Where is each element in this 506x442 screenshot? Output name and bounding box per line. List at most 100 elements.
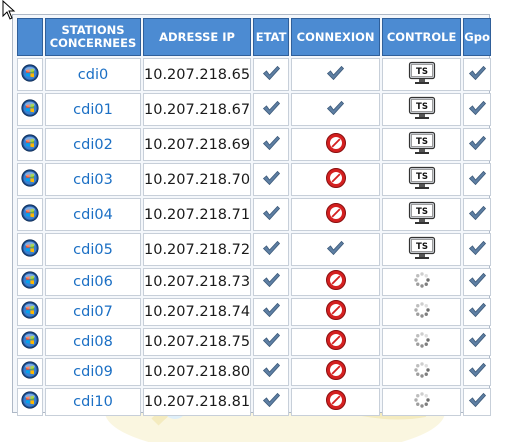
no-entry-icon xyxy=(325,359,347,385)
gpo-cell xyxy=(463,233,492,266)
station-row: cdi02 10.207.218.69 TS xyxy=(17,128,492,161)
checkmark-icon xyxy=(468,65,487,85)
checkmark-icon xyxy=(326,65,345,85)
station-name-cell: cdi05 xyxy=(45,233,141,266)
checkmark-icon xyxy=(262,392,281,412)
terminal-screen-icon[interactable]: TS xyxy=(408,236,436,264)
etat-cell xyxy=(253,358,290,386)
station-name-link[interactable]: cdi0 xyxy=(78,67,108,83)
ip-address-cell: 10.207.218.80 xyxy=(143,358,252,386)
station-name-cell: cdi0 xyxy=(45,58,141,91)
loading-spinner-icon xyxy=(413,271,431,293)
station-name-link[interactable]: cdi01 xyxy=(73,102,113,118)
loading-spinner-icon xyxy=(413,391,431,413)
checkmark-icon xyxy=(468,272,487,292)
station-name-link[interactable]: cdi09 xyxy=(73,364,113,380)
ip-address-cell: 10.207.218.69 xyxy=(143,128,252,161)
etat-cell xyxy=(253,198,290,231)
ip-address-cell: 10.207.218.67 xyxy=(143,93,252,126)
connexion-cell xyxy=(291,58,381,91)
ip-address: 10.207.218.69 xyxy=(144,136,251,153)
os-cell xyxy=(17,93,43,126)
stations-table: STATIONS CONCERNEES ADRESSE IP ETAT CONN… xyxy=(15,16,493,418)
windows7-orb-icon xyxy=(21,168,39,191)
station-row: cdi01 10.207.218.67 TS xyxy=(17,93,492,126)
connexion-cell xyxy=(291,93,381,126)
ip-address-cell: 10.207.218.65 xyxy=(143,58,252,91)
controle-cell[interactable]: TS xyxy=(382,198,462,231)
connexion-cell xyxy=(291,233,381,266)
loading-spinner-icon xyxy=(413,331,431,353)
table-header-row: STATIONS CONCERNEES ADRESSE IP ETAT CONN… xyxy=(17,18,492,56)
etat-cell xyxy=(253,233,290,266)
etat-cell xyxy=(253,268,290,296)
controle-cell[interactable]: TS xyxy=(382,233,462,266)
no-entry-icon xyxy=(325,329,347,355)
ip-address: 10.207.218.71 xyxy=(144,206,251,223)
windows7-orb-icon xyxy=(21,98,39,121)
checkmark-icon xyxy=(468,332,487,352)
os-cell xyxy=(17,388,43,416)
station-name-cell: cdi10 xyxy=(45,388,141,416)
controle-cell[interactable]: TS xyxy=(382,58,462,91)
controle-cell[interactable]: TS xyxy=(382,163,462,196)
os-cell xyxy=(17,58,43,91)
controle-cell[interactable]: TS xyxy=(382,93,462,126)
os-cell xyxy=(17,198,43,231)
gpo-cell xyxy=(463,163,492,196)
terminal-screen-icon[interactable]: TS xyxy=(408,166,436,194)
etat-cell xyxy=(253,128,290,161)
terminal-screen-icon[interactable]: TS xyxy=(408,131,436,159)
mouse-cursor-icon xyxy=(2,0,16,20)
ip-address-cell: 10.207.218.81 xyxy=(143,388,252,416)
terminal-screen-icon[interactable]: TS xyxy=(408,96,436,124)
ip-address: 10.207.218.72 xyxy=(144,241,251,258)
checkmark-icon xyxy=(262,170,281,190)
checkmark-icon xyxy=(262,272,281,292)
station-name-link[interactable]: cdi05 xyxy=(73,242,113,258)
station-name-link[interactable]: cdi08 xyxy=(73,334,113,350)
controle-cell[interactable]: TS xyxy=(382,128,462,161)
station-row: cdi06 10.207.218.73 xyxy=(17,268,492,296)
checkmark-icon xyxy=(468,205,487,225)
station-name-cell: cdi09 xyxy=(45,358,141,386)
terminal-screen-icon[interactable]: TS xyxy=(408,61,436,89)
station-name-link[interactable]: cdi10 xyxy=(73,394,113,410)
connexion-cell xyxy=(291,198,381,231)
checkmark-icon xyxy=(326,100,345,120)
terminal-screen-icon[interactable]: TS xyxy=(408,201,436,229)
station-row: cdi09 10.207.218.80 xyxy=(17,358,492,386)
gpo-cell xyxy=(463,93,492,126)
station-name-link[interactable]: cdi07 xyxy=(73,304,113,320)
svg-text:TS: TS xyxy=(416,137,428,147)
connexion-cell xyxy=(291,268,381,296)
windows7-orb-icon xyxy=(21,238,39,261)
gpo-cell xyxy=(463,298,492,326)
checkmark-icon xyxy=(262,240,281,260)
etat-cell xyxy=(253,328,290,356)
windows7-orb-icon xyxy=(21,391,39,413)
station-name-link[interactable]: cdi06 xyxy=(73,274,113,290)
os-cell xyxy=(17,233,43,266)
windows7-orb-icon xyxy=(21,271,39,293)
etat-cell xyxy=(253,58,290,91)
windows7-orb-icon xyxy=(21,133,39,156)
no-entry-icon xyxy=(325,389,347,415)
station-name-link[interactable]: cdi03 xyxy=(73,172,113,188)
svg-text:TS: TS xyxy=(416,102,428,112)
ip-address-cell: 10.207.218.74 xyxy=(143,298,252,326)
ip-address: 10.207.218.65 xyxy=(144,66,251,83)
ip-address-cell: 10.207.218.70 xyxy=(143,163,252,196)
gpo-cell xyxy=(463,128,492,161)
station-name-link[interactable]: cdi02 xyxy=(73,137,113,153)
checkmark-icon xyxy=(468,100,487,120)
loading-spinner-icon xyxy=(413,361,431,383)
station-name-cell: cdi01 xyxy=(45,93,141,126)
connexion-cell xyxy=(291,163,381,196)
gpo-cell xyxy=(463,388,492,416)
checkmark-icon xyxy=(262,362,281,382)
checkmark-icon xyxy=(468,392,487,412)
station-name-cell: cdi06 xyxy=(45,268,141,296)
station-name-link[interactable]: cdi04 xyxy=(73,207,113,223)
ip-address: 10.207.218.73 xyxy=(144,274,251,290)
